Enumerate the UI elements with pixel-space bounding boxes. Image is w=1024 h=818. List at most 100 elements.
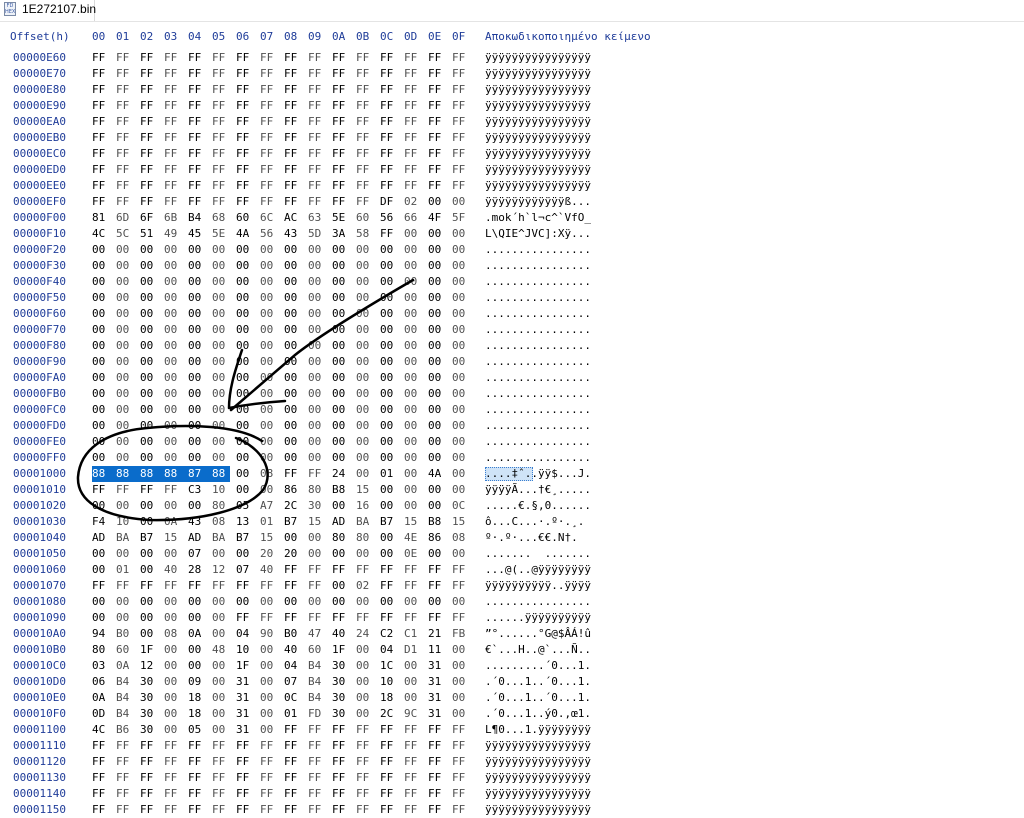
decoded-text[interactable]: ÿÿÿÿÿÿÿÿÿÿÿÿÿÿÿÿ [485,754,591,770]
byte-cell[interactable]: 00 [428,386,446,402]
byte-cell[interactable]: 00 [260,482,278,498]
byte-cell[interactable]: 00 [284,450,302,466]
byte-cell[interactable]: 00 [116,594,134,610]
byte-cell[interactable]: 00 [116,354,134,370]
byte-cell[interactable]: 00 [140,306,158,322]
byte-cell[interactable]: FF [356,114,374,130]
byte-cell[interactable]: 00 [188,642,206,658]
byte-cell[interactable]: 86 [284,482,302,498]
byte-cell[interactable]: 00 [428,370,446,386]
byte-cell[interactable]: FF [284,802,302,818]
byte-cell[interactable]: 00 [212,626,230,642]
byte-cell[interactable]: 00 [92,242,110,258]
byte-cell[interactable]: FF [116,178,134,194]
byte-cell[interactable]: FF [428,770,446,786]
byte-cell[interactable]: FF [404,114,422,130]
byte-cell[interactable]: 00 [212,546,230,562]
byte-cell[interactable]: 30 [140,674,158,690]
byte-cell[interactable]: FF [260,66,278,82]
byte-cell[interactable]: 00 [140,546,158,562]
byte-cell[interactable]: FF [212,162,230,178]
byte-cell[interactable]: FF [356,738,374,754]
byte-cell[interactable]: 00 [164,594,182,610]
byte-cell[interactable]: 00 [308,258,326,274]
byte-cell[interactable]: 15 [404,514,422,530]
byte-cell[interactable]: 00 [164,274,182,290]
byte-cell[interactable]: 02 [404,194,422,210]
byte-cell[interactable]: FF [164,162,182,178]
byte-cell[interactable]: 1F [236,658,254,674]
byte-cell[interactable]: 15 [164,530,182,546]
byte-cell[interactable]: 6D [116,210,134,226]
byte-cell[interactable]: FF [92,770,110,786]
byte-cell[interactable]: 00 [284,402,302,418]
byte-cell[interactable]: 43 [188,514,206,530]
byte-cell[interactable]: 00 [116,290,134,306]
byte-cell[interactable]: FF [284,578,302,594]
byte-cell[interactable]: 01 [380,466,398,482]
byte-cell[interactable]: FF [284,738,302,754]
byte-cell[interactable]: FF [116,98,134,114]
byte-cell[interactable]: 00 [308,418,326,434]
decoded-text[interactable]: ................ [485,594,591,610]
byte-cell[interactable]: FF [428,562,446,578]
byte-cell[interactable]: 2C [284,498,302,514]
byte-cell[interactable]: 00 [116,306,134,322]
byte-cell[interactable]: 07 [284,674,302,690]
byte-cell[interactable]: 00 [356,242,374,258]
byte-cell[interactable]: 00 [116,274,134,290]
byte-cell[interactable]: FB [452,626,470,642]
byte-cell[interactable]: 00 [236,354,254,370]
byte-cell[interactable]: FF [260,146,278,162]
byte-cell[interactable]: FF [140,754,158,770]
byte-cell[interactable]: 00 [404,482,422,498]
byte-cell[interactable]: FF [332,194,350,210]
byte-cell[interactable]: 00 [164,642,182,658]
byte-cell[interactable]: 00 [188,610,206,626]
byte-cell[interactable]: FF [92,82,110,98]
byte-cell[interactable]: FF [140,194,158,210]
byte-cell[interactable]: 68 [212,210,230,226]
byte-cell[interactable]: 00 [92,338,110,354]
byte-cell[interactable]: 31 [428,674,446,690]
byte-cell[interactable]: C1 [404,626,422,642]
byte-cell[interactable]: 00 [380,258,398,274]
byte-cell[interactable]: 00 [428,306,446,322]
byte-cell[interactable]: 00 [332,242,350,258]
byte-cell[interactable]: FF [404,578,422,594]
byte-cell[interactable]: 00 [308,354,326,370]
byte-cell[interactable]: 00 [212,450,230,466]
byte-cell[interactable]: 00 [116,258,134,274]
byte-cell[interactable]: FF [188,578,206,594]
byte-cell[interactable]: 60 [236,210,254,226]
byte-cell[interactable]: B7 [380,514,398,530]
byte-cell[interactable]: FF [380,562,398,578]
byte-cell[interactable]: FF [236,610,254,626]
byte-cell[interactable]: 88 [140,466,164,482]
byte-cell[interactable]: FF [212,754,230,770]
byte-cell[interactable]: 4E [404,530,422,546]
byte-cell[interactable]: 00 [140,402,158,418]
byte-cell[interactable]: 00 [308,546,326,562]
byte-cell[interactable]: 00 [260,242,278,258]
byte-cell[interactable]: FF [428,610,446,626]
byte-cell[interactable]: 04 [236,626,254,642]
byte-cell[interactable]: FF [332,178,350,194]
byte-cell[interactable]: FF [284,146,302,162]
byte-cell[interactable]: 0A [164,514,182,530]
byte-cell[interactable]: 80 [308,482,326,498]
byte-cell[interactable]: FF [188,738,206,754]
byte-cell[interactable]: FF [404,162,422,178]
byte-cell[interactable]: FF [332,98,350,114]
byte-cell[interactable]: FF [356,162,374,178]
byte-cell[interactable]: FF [452,562,470,578]
byte-cell[interactable]: 00 [164,306,182,322]
byte-cell[interactable]: 00 [380,450,398,466]
byte-cell[interactable]: FF [356,50,374,66]
byte-cell[interactable]: 00 [452,242,470,258]
byte-cell[interactable]: 00 [164,450,182,466]
byte-cell[interactable]: FF [212,130,230,146]
byte-cell[interactable]: FF [92,802,110,818]
byte-cell[interactable]: 00 [188,498,206,514]
byte-cell[interactable]: 00 [404,658,422,674]
